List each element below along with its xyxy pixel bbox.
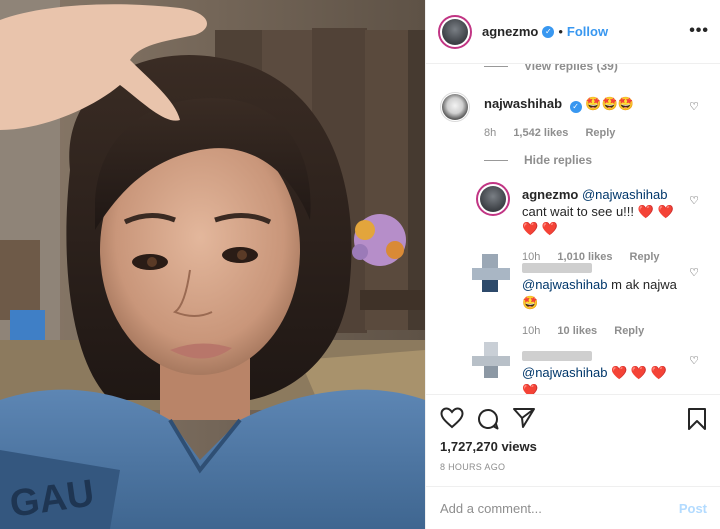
reply-line: [484, 160, 508, 162]
verified-badge-icon: ✓: [542, 25, 555, 38]
comment-time[interactable]: 8h: [484, 127, 496, 139]
comment-likes[interactable]: 1,542 likes: [513, 127, 568, 139]
heart-emoji: ❤️ ❤️: [637, 204, 674, 219]
hide-replies-label: Hide replies: [524, 153, 593, 167]
comment-item: najwashihab ✓ 🤩🤩🤩 8h 1,542 likes Reply ♡: [426, 92, 720, 139]
blurred-avatar[interactable]: [472, 342, 510, 378]
video-frame: GAU: [0, 0, 425, 529]
share-send-icon[interactable]: [512, 407, 536, 429]
blurred-avatar[interactable]: [472, 254, 510, 292]
commenter-username[interactable]: najwashihab: [484, 96, 562, 111]
verified-badge-icon: ✓: [569, 101, 582, 113]
commenter-avatar[interactable]: [476, 182, 510, 216]
commenter-username[interactable]: agnezmo: [522, 187, 578, 202]
save-bookmark-icon[interactable]: [687, 407, 707, 431]
comment-likes[interactable]: 10 likes: [557, 325, 597, 337]
blurred-username: [522, 262, 592, 273]
like-comment-icon[interactable]: ♡: [689, 194, 699, 207]
comment-text: 🤩🤩🤩: [585, 96, 634, 111]
post-comment-button[interactable]: Post: [679, 501, 707, 516]
like-comment-icon[interactable]: ♡: [689, 100, 699, 113]
post-timestamp[interactable]: 8 HOURS AGO: [440, 462, 505, 472]
mention-link[interactable]: @najwashihab: [522, 365, 607, 380]
view-replies-label: View replies (39): [524, 64, 618, 73]
reply-item: @najwashihab m ak najwa 🤩 10h 10 likes R…: [426, 254, 720, 340]
author-avatar[interactable]: [438, 14, 472, 49]
reply-item: @najwashihab ❤️ ❤️ ❤️ ❤️ ♡: [426, 342, 720, 394]
instagram-post: GAU agnezmo ✓ • Follow ••• View replies …: [0, 0, 720, 529]
reply-line: [484, 66, 508, 68]
commenter-avatar[interactable]: [440, 92, 470, 122]
view-replies-toggle[interactable]: View replies (39): [426, 64, 720, 73]
comment-composer: Post: [426, 486, 720, 529]
post-video[interactable]: GAU: [0, 0, 425, 529]
comments-list[interactable]: View replies (39) najwashihab ✓ 🤩🤩🤩 8h 1…: [426, 64, 720, 394]
comment-text: cant wait to see u!!!: [522, 204, 635, 219]
reply-button[interactable]: Reply: [614, 325, 644, 337]
comment-text: m ak najwa: [611, 277, 677, 292]
blurred-username: [522, 350, 592, 361]
comment-emoji: 🤩: [522, 295, 539, 310]
hide-replies-toggle[interactable]: Hide replies: [426, 152, 720, 167]
comment-bubble-icon[interactable]: [476, 407, 500, 431]
heart-emoji: ❤️ ❤️ ❤️: [611, 365, 667, 380]
comment-time[interactable]: 10h: [522, 325, 540, 337]
like-comment-icon[interactable]: ♡: [689, 266, 699, 279]
like-heart-icon[interactable]: [440, 407, 464, 429]
add-comment-input[interactable]: [440, 500, 679, 516]
view-count[interactable]: 1,727,270 views: [440, 439, 537, 454]
post-sidebar: agnezmo ✓ • Follow ••• View replies (39)…: [425, 0, 720, 529]
like-comment-icon[interactable]: ♡: [689, 354, 699, 367]
mention-link[interactable]: @najwashihab: [582, 187, 667, 202]
more-options-icon[interactable]: •••: [689, 22, 709, 40]
heart-emoji: ❤️ ❤️: [522, 221, 558, 236]
post-actions: 1,727,270 views 8 HOURS AGO: [426, 394, 720, 486]
follow-button[interactable]: Follow: [567, 24, 608, 39]
separator-dot: •: [558, 24, 563, 39]
mention-link[interactable]: @najwashihab: [522, 277, 607, 292]
reply-button[interactable]: Reply: [585, 127, 615, 139]
heart-emoji: ❤️: [522, 383, 539, 394]
post-header: agnezmo ✓ • Follow •••: [426, 0, 720, 64]
author-username[interactable]: agnezmo: [482, 24, 538, 39]
